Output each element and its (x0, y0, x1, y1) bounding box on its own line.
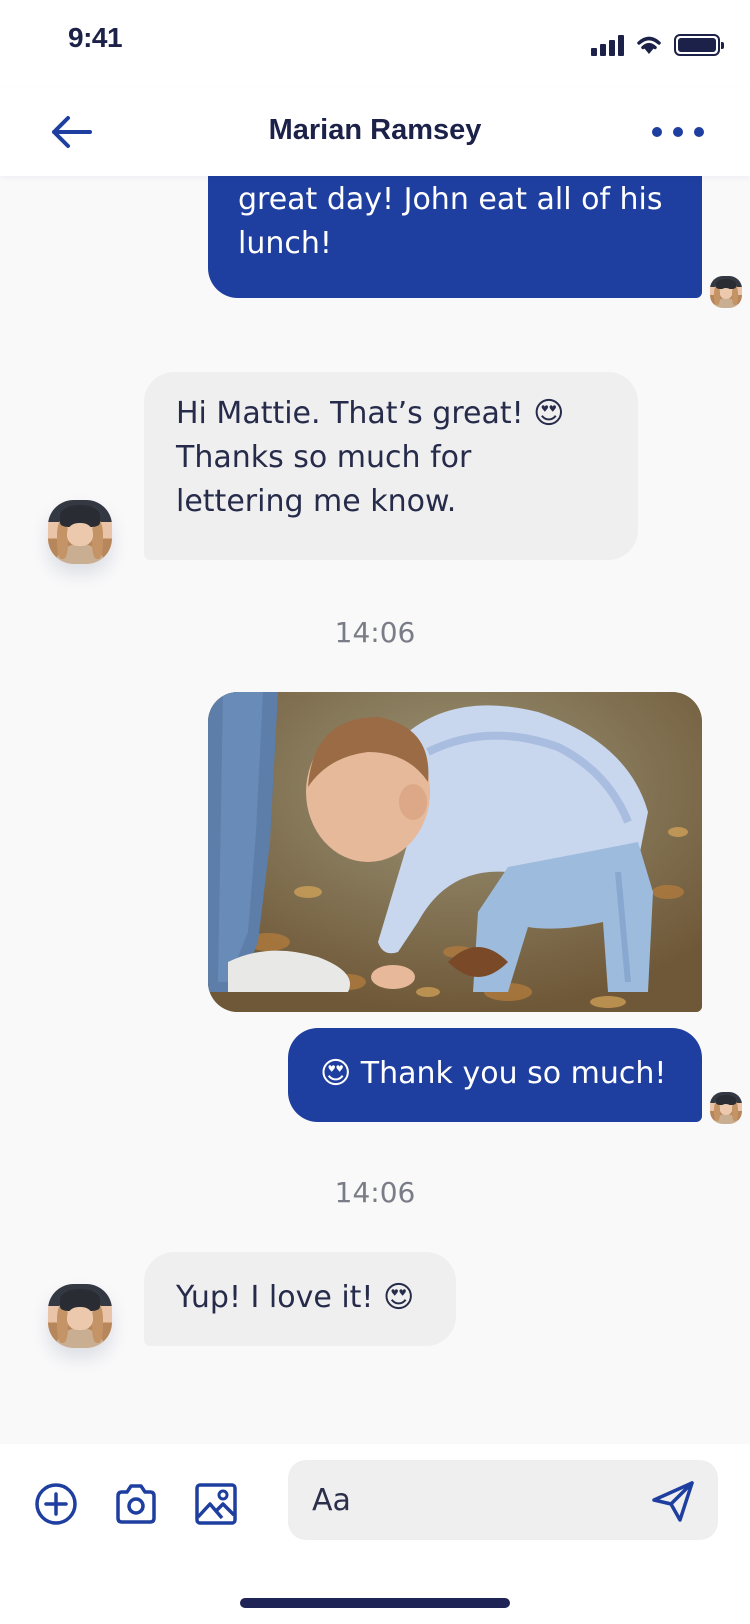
camera-button[interactable] (112, 1480, 160, 1528)
wifi-icon (637, 36, 661, 54)
message-text: Hi Mattie. That’s great! 😍 Thanks so muc… (176, 396, 565, 519)
image-icon (195, 1483, 237, 1525)
cellular-signal-icon (591, 34, 624, 56)
outgoing-message: 😍 Thank you so much! (288, 1028, 702, 1122)
chat-thread[interactable]: great day! John eat all of his lunch! Hi… (0, 176, 750, 1444)
status-icons (591, 30, 724, 60)
contact-avatar[interactable] (48, 1284, 112, 1348)
message-text: Yup! I love it! 😍 (176, 1280, 415, 1315)
child-in-leaves-photo (208, 692, 702, 1012)
timestamp: 14:06 (334, 616, 416, 649)
incoming-message: Hi Mattie. That’s great! 😍 Thanks so muc… (144, 372, 638, 560)
message-composer (288, 1460, 718, 1540)
outgoing-message: great day! John eat all of his lunch! (208, 176, 702, 298)
battery-icon (674, 34, 724, 56)
timestamp: 14:06 (334, 1176, 416, 1209)
send-button[interactable] (650, 1478, 696, 1524)
status-bar: 9:41 (0, 0, 750, 88)
camera-icon (116, 1484, 156, 1524)
composer-bar (0, 1444, 750, 1624)
add-button[interactable] (32, 1480, 80, 1528)
home-indicator[interactable] (240, 1598, 510, 1608)
avatar (710, 276, 742, 308)
send-icon (652, 1481, 694, 1522)
more-icon (652, 127, 662, 137)
photo-message[interactable] (208, 692, 702, 1012)
more-options-button[interactable] (652, 118, 704, 146)
avatar (710, 1092, 742, 1124)
chat-header: Marian Ramsey (0, 88, 750, 176)
message-text: great day! John eat all of his lunch! (238, 182, 663, 261)
contact-avatar[interactable] (48, 500, 112, 564)
gallery-button[interactable] (192, 1480, 240, 1528)
add-icon (35, 1483, 77, 1525)
incoming-message: Yup! I love it! 😍 (144, 1252, 456, 1346)
message-input[interactable] (312, 1478, 622, 1522)
message-text: 😍 Thank you so much! (320, 1056, 667, 1091)
status-time: 9:41 (68, 22, 123, 53)
contact-name-title: Marian Ramsey (268, 114, 482, 146)
